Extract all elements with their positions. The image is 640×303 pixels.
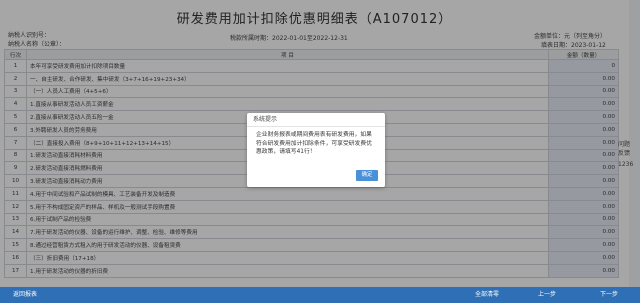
confirm-button[interactable]: 确定 — [356, 170, 378, 181]
prev-step-button[interactable]: 上一步 — [530, 287, 564, 303]
side-number: 1236 — [618, 161, 634, 168]
bottom-toolbar: 返回报表 全部清零 上一步 下一步 — [0, 287, 640, 303]
feedback-link[interactable]: 反馈 — [618, 148, 630, 157]
dialog-title: 系统提示 — [247, 113, 385, 127]
dialog-message: 企业财务报表或期间费用表有研发费用，如果符合研发费用加计扣除条件，可享受研发费优… — [256, 132, 372, 155]
help-link[interactable]: 问题 — [618, 139, 630, 148]
back-to-report-button[interactable]: 返回报表 — [8, 287, 42, 303]
system-prompt-dialog: 系统提示 企业财务报表或期间费用表有研发费用，如果符合研发费用加计扣除条件，可享… — [247, 113, 385, 187]
clear-all-button[interactable]: 全部清零 — [470, 287, 504, 303]
next-step-button[interactable]: 下一步 — [592, 287, 626, 303]
